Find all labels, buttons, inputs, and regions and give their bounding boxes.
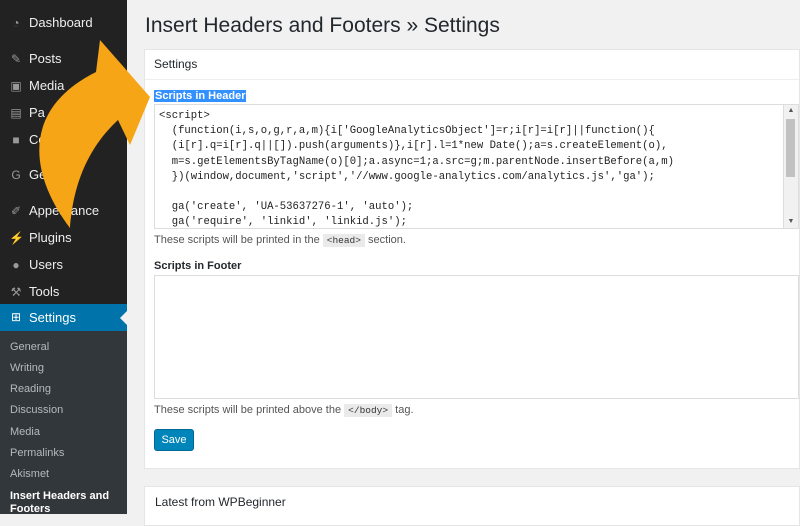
submenu-item-permalinks[interactable]: Permalinks (10, 447, 64, 459)
submenu-item-writing[interactable]: Writing (10, 362, 44, 374)
submenu-item-akismet[interactable]: Akismet (10, 468, 49, 480)
submenu-item-discussion[interactable]: Discussion (10, 404, 63, 416)
media-icon: ▣ (10, 79, 22, 93)
settings-icon: ⊞ (10, 310, 22, 324)
menu-item-pages[interactable]: ▤ Pa (0, 100, 127, 126)
user-icon: ● (12, 258, 20, 272)
footer-scripts-description: These scripts will be printed above the … (154, 404, 414, 417)
menu-item-media[interactable]: ▣ Media (0, 73, 127, 99)
menu-item-comments[interactable]: ■ Co (0, 127, 127, 153)
code-line: (function(i,s,o,g,r,a,m){i['GoogleAnalyt… (159, 125, 655, 138)
header-scripts-description: These scripts will be printed in the <he… (154, 234, 406, 247)
code-line: ga('create', 'UA-53637276-1', 'auto'); (159, 201, 414, 214)
code-line: ga('require', 'linkid', 'linkid.js'); (159, 216, 407, 229)
brush-icon: ✐ (10, 204, 22, 218)
news-panel-title: Latest from WPBeginner (155, 495, 286, 509)
header-textarea-scrollbar[interactable]: ▲ ▼ (783, 105, 798, 228)
save-button[interactable]: Save (154, 429, 194, 451)
header-scripts-label: Scripts in Header (154, 90, 247, 102)
page-title: Insert Headers and Footers » Settings (145, 14, 500, 37)
submenu-item-general[interactable]: General (10, 341, 49, 353)
submenu-item-media[interactable]: Media (10, 426, 40, 438)
menu-item-appearance[interactable]: ✐ Appearance (0, 198, 127, 224)
header-scripts-textarea[interactable]: <script> (function(i,s,o,g,r,a,m){i['Goo… (154, 104, 799, 229)
footer-scripts-textarea[interactable] (154, 275, 799, 399)
menu-item-users[interactable]: ● Users (0, 252, 127, 278)
wrench-icon: ⚒ (10, 285, 22, 299)
submenu-item-reading[interactable]: Reading (10, 383, 51, 395)
scrollbar-thumb[interactable] (786, 119, 795, 177)
menu-item-dashboard[interactable]: ◔ Dashboard (0, 10, 127, 36)
dashboard-icon: ◔ (12, 16, 20, 30)
settings-panel-title: Settings (154, 57, 198, 71)
code-line: <script> (159, 110, 210, 122)
scroll-up-icon[interactable]: ▲ (784, 105, 798, 117)
header-scripts-code: <script> (function(i,s,o,g,r,a,m){i['Goo… (159, 109, 674, 229)
menu-item-posts[interactable]: ✎ Posts (0, 46, 127, 72)
code-line: (i[r].q=i[r].q||[]).push(arguments)},i[r… (159, 140, 668, 153)
menu-item-plugins[interactable]: ⚡ Plugins (0, 225, 127, 251)
submenu-item-insert-headers-line1[interactable]: Insert Headers and (10, 490, 109, 502)
settings-panel-header: Settings (145, 50, 799, 80)
menu-item-tools[interactable]: ⚒ Tools (0, 279, 127, 305)
pin-icon: ✎ (10, 52, 22, 66)
news-panel: Latest from WPBeginner (144, 486, 800, 526)
g-icon: G (11, 168, 21, 182)
menu-item-settings[interactable]: ⊞ Settings (0, 304, 127, 332)
code-line: })(window,document,'script','//www.googl… (159, 170, 655, 183)
menu-item-genesis[interactable]: G Gen (0, 162, 127, 188)
footer-scripts-label: Scripts in Footer (154, 260, 242, 272)
body-tag-code: </body> (344, 404, 393, 417)
plug-icon: ⚡ (9, 231, 24, 245)
comment-icon: ■ (12, 133, 20, 147)
settings-submenu: General Writing Reading Discussion Media… (0, 331, 127, 515)
submenu-item-insert-headers-line2[interactable]: Footers (10, 503, 50, 515)
scroll-down-icon[interactable]: ▼ (784, 216, 798, 228)
page-icon: ▤ (10, 106, 22, 120)
head-tag-code: <head> (322, 234, 365, 247)
admin-sidebar: ◔ Dashboard ✎ Posts ▣ Media ▤ Pa ■ Co G Gen ✐ A… (0, 0, 127, 515)
code-line: m=s.getElementsByTagName(o)[0];a.async=1… (159, 155, 674, 168)
